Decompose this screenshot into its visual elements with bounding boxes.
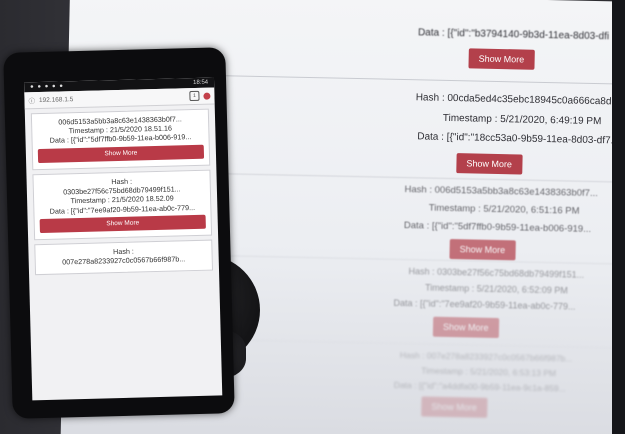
monitor-card-timestamp: Timestamp : 5/21/2020, 6:53:13 PM <box>421 365 557 379</box>
info-icon[interactable]: ⓘ <box>28 95 35 105</box>
monitor-card-timestamp: Timestamp : 5/21/2020, 6:52:09 PM <box>424 282 568 296</box>
monitor-card-hash: Hash : 00cda5ed4c35ebc18945c0a666ca8d... <box>415 92 620 108</box>
monitor-card-timestamp: Timestamp : 5/21/2020, 6:51:16 PM <box>428 202 580 217</box>
monitor-card-data: Data : [{"id":"18cc53a0-9b59-11ea-8d03-d… <box>417 131 620 147</box>
browser-address-bar[interactable]: ⓘ 192.168.1.5 1 <box>24 87 215 110</box>
phone-show-more-button[interactable]: Show More <box>37 144 205 164</box>
monitor-show-more-button[interactable]: Show More <box>468 48 535 70</box>
url-text[interactable]: 192.168.1.5 <box>39 93 186 104</box>
monitor-card-data: Data : [{"id":"a4ddfa00-9b59-11ea-9c1a-8… <box>393 379 566 394</box>
phone-card-2: Hash : 0303be27f56c75bd68db79499f151... … <box>32 169 213 241</box>
monitor-card-timestamp: Timestamp : 5/21/2020, 6:49:19 PM <box>442 112 602 128</box>
monitor-card-4: Hash : 007e278a8233927c0c0567b66f987b...… <box>180 338 623 431</box>
phone-card-1: 006d5153a5bb3a8c63e1438363b0f7... Timest… <box>30 108 211 171</box>
smartphone: ● ● ● ● ● 18:54 ⓘ 192.168.1.5 1 006d5153… <box>3 47 235 419</box>
tab-count-icon[interactable]: 1 <box>189 90 200 102</box>
monitor-show-more-button[interactable]: Show More <box>421 396 488 418</box>
monitor-show-more-button[interactable]: Show More <box>432 316 499 339</box>
monitor-card-data: Data : [{"id":"b3794140-9b3d-11ea-8d03-d… <box>417 27 610 43</box>
monitor-card-hash: Hash : 007e278a8233927c0c0567b66f987b... <box>399 349 573 364</box>
monitor-card-data: Data : [{"id":"5df7ffb0-9b59-11ea-b006-9… <box>403 220 592 235</box>
monitor-card-data: Data : [{"id":"7ee9af20-9b59-11ea-ab0c-7… <box>393 297 576 312</box>
monitor-card-2: Hash : 006d5153a5bb3a8c63e1438363b0f7...… <box>184 172 625 261</box>
phone-screen: ● ● ● ● ● 18:54 ⓘ 192.168.1.5 1 006d5153… <box>24 77 223 401</box>
monitor-show-more-button[interactable]: Show More <box>456 153 523 175</box>
monitor-card-hash: Hash : 006d5153a5bb3a8c63e1438363b0f7... <box>404 184 598 200</box>
monitor-card-hash: Hash : 0303be27f56c75bd68db79499f151... <box>408 266 585 280</box>
photo: Data : [{"id":"b3794140-9b3d-11ea-8d03-d… <box>0 0 625 434</box>
phone-show-more-button[interactable]: Show More <box>39 214 206 234</box>
phone-card-3: Hash : 007e278a8233927c0c0567b66f987b... <box>34 239 214 275</box>
status-time: 18:54 <box>193 79 209 87</box>
monitor-bezel <box>612 0 625 434</box>
monitor-show-more-button[interactable]: Show More <box>449 239 516 261</box>
monitor-card-top: Data : [{"id":"b3794140-9b3d-11ea-8d03-d… <box>189 3 625 72</box>
notification-icons: ● ● ● ● ● <box>30 83 65 91</box>
browser-menu-icon[interactable] <box>203 92 211 100</box>
monitor-card-1: Hash : 00cda5ed4c35ebc18945c0a666ca8d...… <box>186 74 625 177</box>
